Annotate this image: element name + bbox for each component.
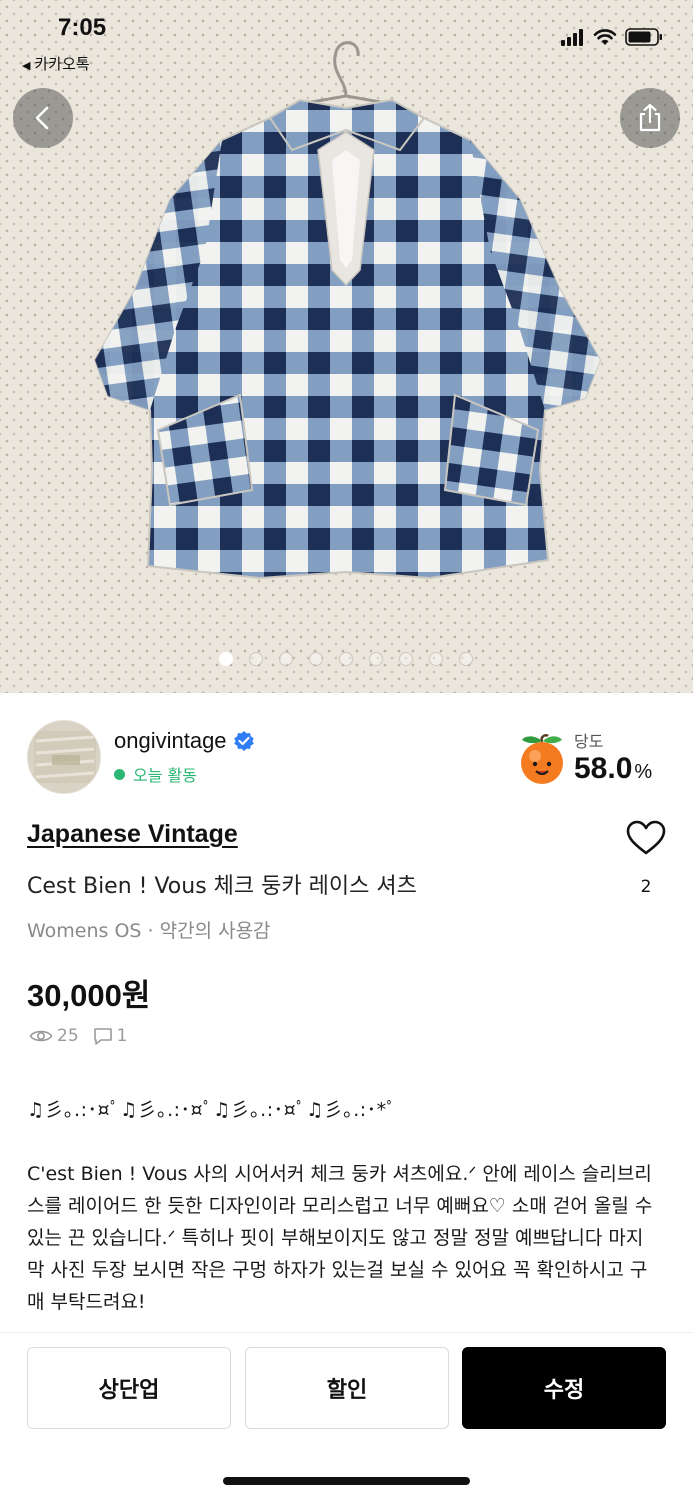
battery-icon (625, 28, 662, 46)
carousel-dot[interactable] (459, 652, 473, 666)
carousel-dot[interactable] (219, 652, 233, 666)
carousel-dot[interactable] (279, 652, 293, 666)
carousel-dot[interactable] (339, 652, 353, 666)
status-icons (561, 28, 663, 46)
share-button[interactable] (620, 88, 680, 148)
chevron-left-icon (35, 106, 49, 130)
item-description: ♫彡｡.:･¤ﾟ♫彡｡.:･¤ﾟ♫彡｡.:･¤ﾟ♫彡｡.:･*ﾟ C'est B… (27, 1094, 653, 1318)
signal-icon (561, 29, 583, 46)
brand-link[interactable]: Japanese Vintage (27, 820, 238, 849)
item-price: 30,000원 (27, 978, 151, 1013)
description-decoration: ♫彡｡.:･¤ﾟ♫彡｡.:･¤ﾟ♫彡｡.:･¤ﾟ♫彡｡.:･*ﾟ (27, 1099, 397, 1121)
share-icon (639, 103, 661, 132)
back-button[interactable] (13, 88, 73, 148)
item-meta: Womens OS · 약간의 사용감 (27, 920, 271, 942)
activity-dot-icon (114, 768, 125, 780)
seller-name-row[interactable]: ongivintage (114, 728, 255, 754)
back-app-label: 카카오톡 (34, 55, 90, 73)
like-button[interactable] (626, 820, 666, 860)
carousel-indicator (219, 652, 473, 666)
comments-stat: 1 (93, 1026, 128, 1046)
product-photo-carousel[interactable]: 7:05 ◀ 카카오톡 (0, 0, 693, 693)
eye-icon (29, 1030, 53, 1042)
sweetness-unit: % (634, 761, 653, 783)
sweetness-value: 58.0% (574, 752, 652, 786)
activity-status: 오늘 활동 (114, 762, 197, 786)
peach-icon (521, 734, 563, 784)
seller-avatar[interactable] (27, 720, 101, 794)
sweetness-score[interactable]: 당도 58.0% (516, 724, 666, 794)
sweetness-label: 당도 (574, 732, 604, 751)
status-time: 7:05 (58, 14, 107, 41)
carousel-dot[interactable] (399, 652, 413, 666)
product-photo (93, 41, 602, 580)
seller-name: ongivintage (114, 728, 227, 753)
verified-badge-icon (233, 731, 254, 751)
comment-icon (93, 1028, 112, 1045)
carousel-dot[interactable] (249, 652, 263, 666)
item-title: Cest Bien ! Vous 체크 둥카 레이스 셔츠 (27, 874, 417, 899)
bottom-action-bar: 상단업 할인 수정 (0, 1332, 693, 1500)
carousel-dot[interactable] (429, 652, 443, 666)
comments-count: 1 (116, 1026, 128, 1046)
heart-icon (626, 820, 666, 855)
back-to-app-link[interactable]: ◀ 카카오톡 (22, 53, 90, 74)
back-triangle-icon: ◀ (22, 59, 31, 72)
bump-button[interactable]: 상단업 (27, 1347, 231, 1429)
item-stats: 25 1 (29, 1026, 135, 1046)
views-stat: 25 (29, 1026, 79, 1046)
description-body: C'est Bien ! Vous 사의 시어서커 체크 둥카 셔츠에요.ᐟ 안… (27, 1163, 653, 1313)
activity-label: 오늘 활동 (133, 766, 197, 785)
views-count: 25 (57, 1026, 79, 1046)
like-count: 2 (640, 877, 652, 897)
seller-row: ongivintage 오늘 활동 당도 58.0% (27, 720, 666, 794)
avatar-image (28, 721, 100, 793)
carousel-dot[interactable] (309, 652, 323, 666)
home-indicator[interactable] (223, 1477, 470, 1485)
sweetness-number: 58.0 (574, 752, 633, 785)
carousel-dot[interactable] (369, 652, 383, 666)
wifi-icon (593, 29, 617, 45)
edit-button[interactable]: 수정 (462, 1347, 666, 1429)
discount-button[interactable]: 할인 (245, 1347, 449, 1429)
